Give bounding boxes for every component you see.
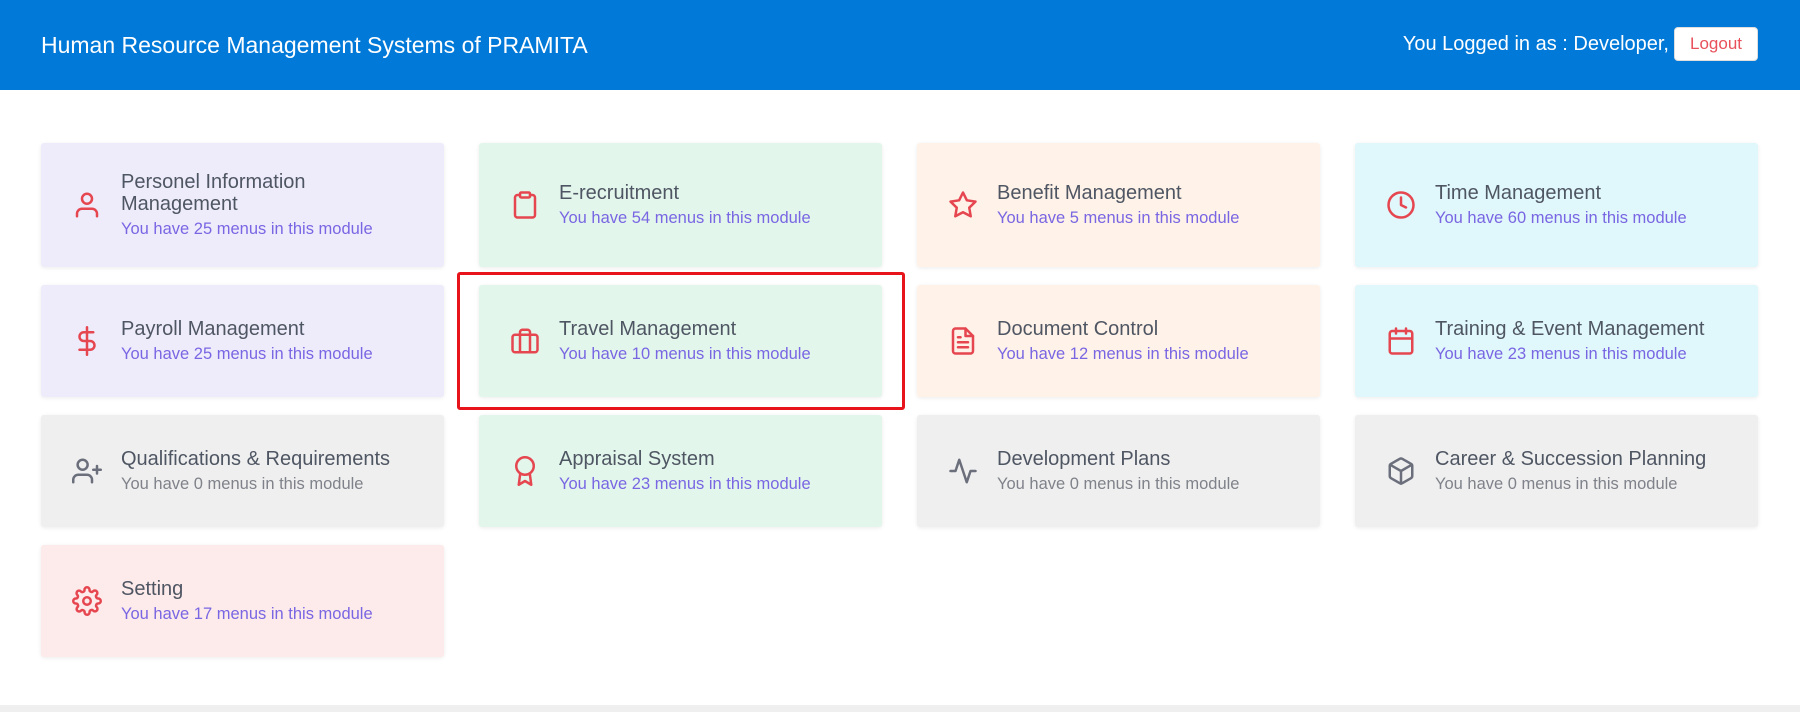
user-area: You Logged in as : Developer, Logout xyxy=(1403,27,1758,61)
module-title: Training & Event Management xyxy=(1435,317,1705,340)
calendar-icon xyxy=(1386,326,1416,356)
module-menu-count: You have 54 menus in this module xyxy=(559,208,811,227)
module-card-time-management[interactable]: Time Management You have 60 menus in thi… xyxy=(1355,143,1758,267)
gear-icon xyxy=(72,586,102,616)
briefcase-icon xyxy=(510,326,540,356)
module-menu-count: You have 60 menus in this module xyxy=(1435,208,1687,227)
module-title: Benefit Management xyxy=(997,181,1182,204)
module-menu-count: You have 25 menus in this module xyxy=(121,344,373,363)
module-title: Career & Succession Planning xyxy=(1435,447,1707,470)
app-title: Human Resource Management Systems of PRA… xyxy=(41,32,588,58)
module-grid: Personel Information Management You have… xyxy=(41,143,1758,657)
module-card-document-control[interactable]: Document Control You have 12 menus in th… xyxy=(917,285,1320,397)
module-title: Qualifications & Requirements xyxy=(121,447,391,470)
module-card-qualifications[interactable]: Qualifications & Requirements You have 0… xyxy=(41,415,444,527)
module-menu-count: You have 10 menus in this module xyxy=(559,344,811,363)
module-card-development-plans[interactable]: Development Plans You have 0 menus in th… xyxy=(917,415,1320,527)
module-menu-count: You have 17 menus in this module xyxy=(121,604,373,623)
module-card-payroll-management[interactable]: Payroll Management You have 25 menus in … xyxy=(41,285,444,397)
module-card-benefit-management[interactable]: Benefit Management You have 5 menus in t… xyxy=(917,143,1320,267)
module-title: Personel Information Management xyxy=(121,170,306,215)
award-icon xyxy=(510,456,540,486)
module-title: Travel Management xyxy=(559,317,737,340)
star-icon xyxy=(948,190,978,220)
module-card-setting[interactable]: Setting You have 17 menus in this module xyxy=(41,545,444,657)
logout-button[interactable]: Logout xyxy=(1674,27,1758,61)
user-icon xyxy=(72,190,102,220)
box-icon xyxy=(1386,456,1416,486)
page: Human Resource Management Systems of PRA… xyxy=(0,0,1800,705)
module-menu-count: You have 23 menus in this module xyxy=(1435,344,1687,363)
module-card-personel-information[interactable]: Personel Information Management You have… xyxy=(41,143,444,267)
user-plus-icon xyxy=(72,456,102,486)
module-card-training-event[interactable]: Training & Event Management You have 23 … xyxy=(1355,285,1758,397)
module-card-e-recruitment[interactable]: E-recruitment You have 54 menus in this … xyxy=(479,143,882,267)
module-card-travel-management[interactable]: Travel Management You have 10 menus in t… xyxy=(479,285,882,397)
module-title: Payroll Management xyxy=(121,317,305,340)
module-title: Setting xyxy=(121,577,184,600)
module-menu-count: You have 12 menus in this module xyxy=(997,344,1249,363)
module-title: Development Plans xyxy=(997,447,1171,470)
file-text-icon xyxy=(948,326,978,356)
activity-icon xyxy=(948,456,978,486)
module-menu-count: You have 0 menus in this module xyxy=(997,474,1240,493)
logged-in-text: You Logged in as : Developer, xyxy=(1402,33,1669,55)
module-menu-count: You have 23 menus in this module xyxy=(559,474,811,493)
module-title: Time Management xyxy=(1435,181,1601,204)
module-card-appraisal-system[interactable]: Appraisal System You have 23 menus in th… xyxy=(479,415,882,527)
module-menu-count: You have 5 menus in this module xyxy=(997,208,1240,227)
clipboard-icon xyxy=(510,190,540,220)
module-title: E-recruitment xyxy=(559,181,680,204)
module-title: Appraisal System xyxy=(559,447,715,470)
dollar-icon xyxy=(72,326,102,356)
module-menu-count: You have 0 menus in this module xyxy=(121,474,364,493)
top-header: Human Resource Management Systems of PRA… xyxy=(0,0,1800,90)
module-card-career-succession[interactable]: Career & Succession Planning You have 0 … xyxy=(1355,415,1758,527)
clock-icon xyxy=(1386,190,1416,220)
module-menu-count: You have 25 menus in this module xyxy=(121,219,373,238)
module-title: Document Control xyxy=(997,317,1159,340)
module-menu-count: You have 0 menus in this module xyxy=(1435,474,1678,493)
